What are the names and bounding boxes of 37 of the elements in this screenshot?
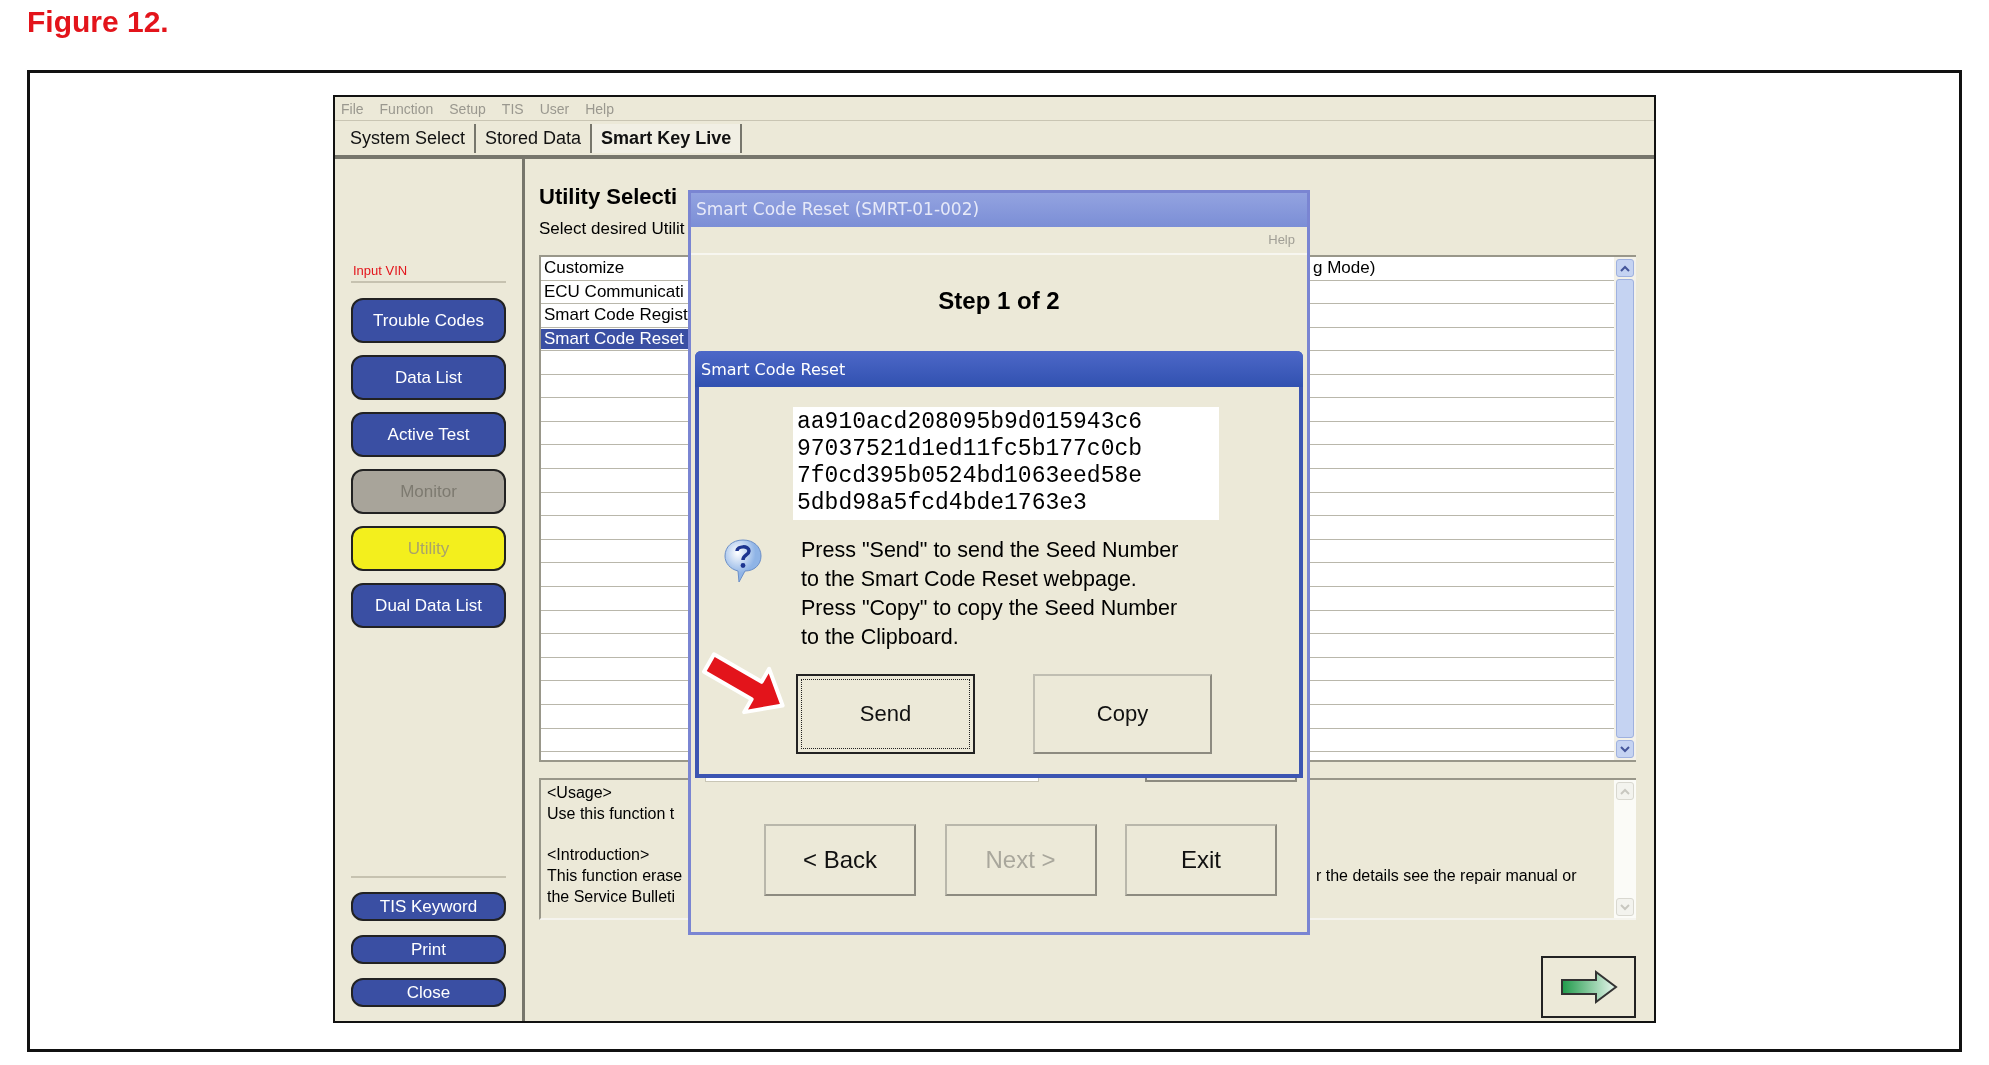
usage-text: r the details see the repair manual or [1315,867,1578,886]
usage-text: <Introduction> [546,846,651,865]
list-item-text: g Mode) [1312,258,1377,279]
scrollbar[interactable] [1614,257,1636,760]
dialog-title: Smart Code Reset [695,351,1303,387]
usage-text: Use this function t [546,805,676,824]
list-item[interactable]: Smart Code Regist [541,305,688,326]
list-item[interactable]: ECU Communicati [541,281,688,302]
usage-text: the Service Bulleti [546,888,677,907]
usage-text: This function erase [546,867,684,886]
page-subtitle: Select desired Utilit [539,218,685,240]
next-arrow-button[interactable] [1541,956,1636,1018]
figure-title: Figure 12. [27,4,170,40]
sidebar-button[interactable]: Close [351,978,506,1007]
dialog-title: Smart Code Reset (SMRT-01-002) [691,193,1307,227]
usage-text: <Usage> [546,784,613,803]
right-arrow-icon [1559,970,1618,1004]
tab[interactable]: Smart Key Live [592,123,743,153]
sidebar-button[interactable]: Trouble Codes [351,298,506,343]
tab[interactable]: System Select [341,123,477,153]
sidebar-button[interactable]: Data List [351,355,506,400]
instruction-text: Press "Send" to send the Seed Number to the Smart Code Reset webpage. Press "Copy" to copy the Seed Number to the Clipboard. [800,536,1180,651]
sidebar-button[interactable]: TIS Keyword [351,892,506,921]
sidebar-button[interactable]: Active Test [351,412,506,457]
dialog-button[interactable]: Send [796,673,975,754]
sidebar-button[interactable]: Dual Data List [351,583,506,628]
step-label: Step 1 of 2 [937,286,1061,316]
wizard-button[interactable]: Exit [1125,824,1277,896]
sidebar-button[interactable]: Print [351,935,506,964]
question-icon [723,537,763,584]
page-title: Utility Selecti [539,183,678,211]
list-item[interactable]: Smart Code Reset [541,329,688,350]
wizard-button[interactable]: < Back [764,824,916,896]
seed-code: aa910acd208095b9d015943c6 97037521d1ed11fc5b177c0cb 7f0cd395b0524bd1063eed58e 5dbd98a5fcd4bde1763e3 [793,407,1219,520]
list-item[interactable]: Customize [541,258,688,279]
vin-label: Input VIN [351,263,506,283]
dialog-button[interactable]: Copy [1033,673,1212,754]
